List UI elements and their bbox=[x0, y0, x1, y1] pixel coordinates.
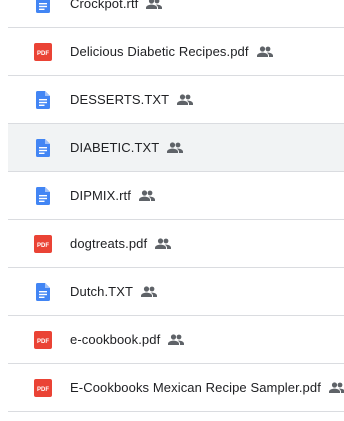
docs-icon bbox=[34, 186, 52, 205]
shared-people-icon bbox=[168, 334, 185, 346]
pdf-icon: PDF bbox=[34, 330, 52, 349]
pdf-badge-text: PDF bbox=[37, 387, 49, 393]
file-row[interactable]: PDF e-cookbook.pdf bbox=[8, 316, 344, 364]
pdf-badge-text: PDF bbox=[37, 339, 49, 345]
file-row[interactable]: PDF E-Cookbooks Mexican Recipe Sampler.pd… bbox=[8, 364, 344, 412]
shared-people-icon bbox=[155, 238, 172, 250]
docs-icon bbox=[34, 282, 52, 301]
file-name[interactable]: dogtreats.pdf bbox=[70, 236, 147, 251]
file-list: Crockpot.rtf PDF Delicious Diabetic Recipe… bbox=[0, 0, 344, 412]
pdf-icon: PDF bbox=[34, 42, 52, 61]
file-row[interactable]: Dutch.TXT bbox=[8, 268, 344, 316]
file-name[interactable]: Delicious Diabetic Recipes.pdf bbox=[70, 44, 249, 59]
file-row[interactable]: PDF dogtreats.pdf bbox=[8, 220, 344, 268]
file-row[interactable]: DIPMIX.rtf bbox=[8, 172, 344, 220]
file-name[interactable]: E-Cookbooks Mexican Recipe Sampler.pdf bbox=[70, 380, 321, 395]
shared-people-icon bbox=[177, 94, 194, 106]
pdf-icon: PDF bbox=[34, 234, 52, 253]
shared-people-icon bbox=[256, 46, 273, 58]
file-row[interactable]: DIABETIC.TXT bbox=[8, 124, 344, 172]
file-row[interactable]: DESSERTS.TXT bbox=[8, 76, 344, 124]
file-name[interactable]: Dutch.TXT bbox=[70, 284, 133, 299]
shared-people-icon bbox=[146, 0, 163, 10]
file-row[interactable]: PDF Delicious Diabetic Recipes.pdf bbox=[8, 28, 344, 76]
docs-icon bbox=[34, 0, 52, 13]
shared-people-icon bbox=[141, 286, 158, 298]
file-name[interactable]: DESSERTS.TXT bbox=[70, 92, 169, 107]
file-name[interactable]: DIABETIC.TXT bbox=[70, 140, 159, 155]
shared-people-icon bbox=[167, 142, 184, 154]
shared-people-icon bbox=[328, 382, 344, 394]
shared-people-icon bbox=[138, 190, 155, 202]
file-row[interactable]: Crockpot.rtf bbox=[8, 0, 344, 28]
file-name[interactable]: DIPMIX.rtf bbox=[70, 188, 131, 203]
file-name[interactable]: e-cookbook.pdf bbox=[70, 332, 160, 347]
pdf-badge-text: PDF bbox=[37, 51, 49, 57]
docs-icon bbox=[34, 90, 52, 109]
file-name[interactable]: Crockpot.rtf bbox=[70, 0, 138, 11]
docs-icon bbox=[34, 138, 52, 157]
pdf-icon: PDF bbox=[34, 378, 52, 397]
pdf-badge-text: PDF bbox=[37, 243, 49, 249]
